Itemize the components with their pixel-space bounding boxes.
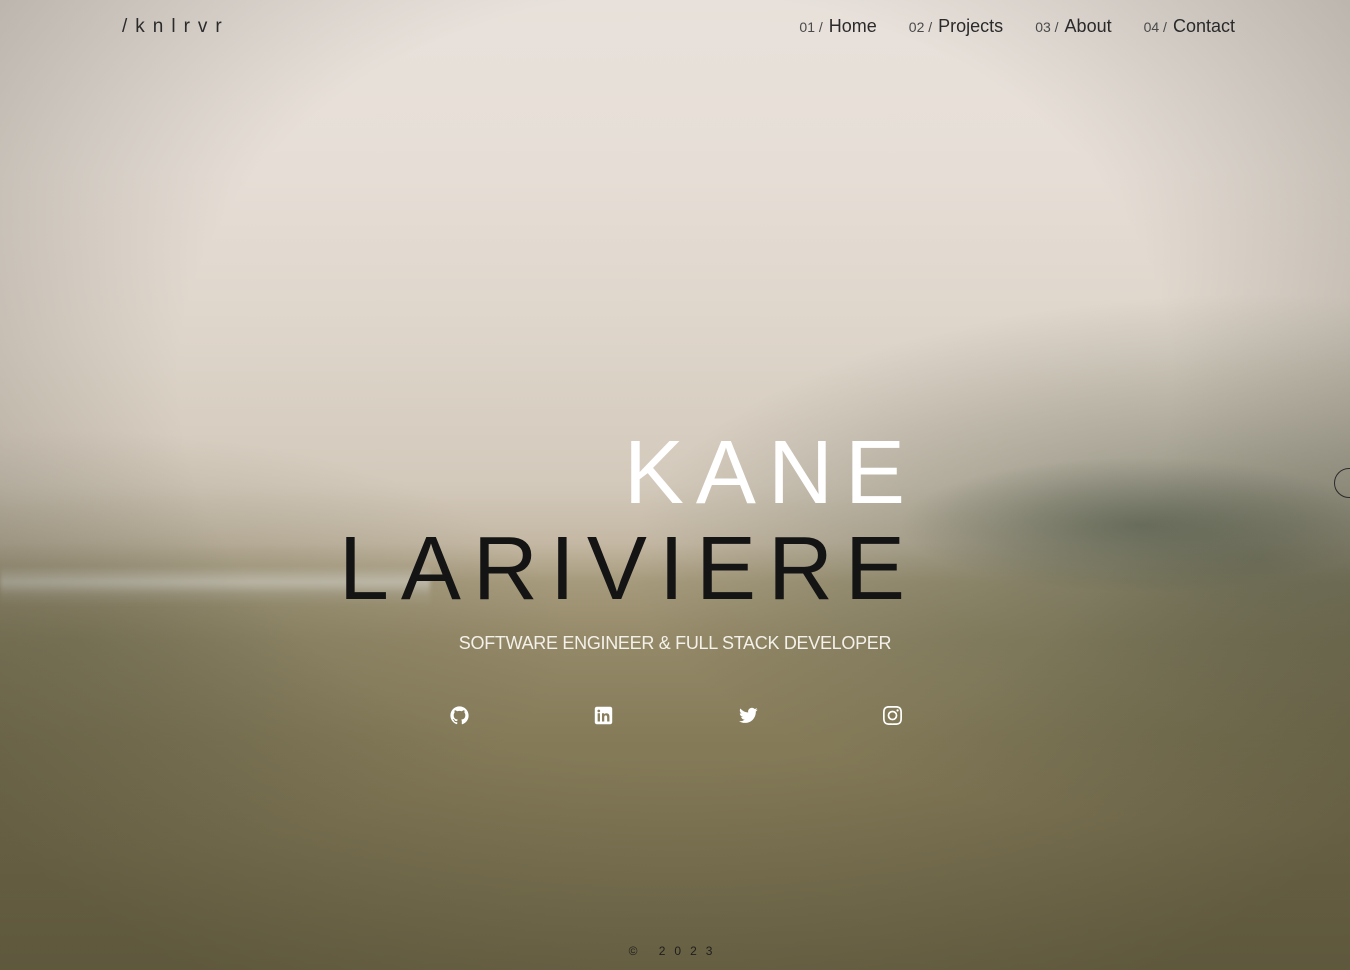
footer-copyright: © 2023 xyxy=(628,944,722,958)
instagram-icon xyxy=(882,705,902,725)
hero-first-name: KANE xyxy=(623,423,917,523)
logo-link[interactable]: /knlrvr xyxy=(122,16,230,38)
page: /knlrvr 01 / Home 02 / Projects 03 / Abo… xyxy=(0,0,1350,970)
main-nav: 01 / Home 02 / Projects 03 / About 04 / … xyxy=(799,16,1235,37)
nav-item-number: 01 / xyxy=(799,19,823,35)
github-link[interactable] xyxy=(448,704,470,726)
hero-last-name: LARIVIERE xyxy=(338,519,917,619)
nav-item-contact[interactable]: 04 / Contact xyxy=(1144,16,1235,37)
instagram-link[interactable] xyxy=(881,704,903,726)
linkedin-icon xyxy=(594,706,612,724)
nav-item-number: 04 / xyxy=(1143,19,1167,35)
nav-item-home[interactable]: 01 / Home xyxy=(799,16,876,37)
background-hill xyxy=(880,455,1350,605)
hero-tagline: SOFTWARE ENGINEER & FULL STACK DEVELOPER xyxy=(458,633,892,653)
twitter-link[interactable] xyxy=(737,704,759,726)
nav-item-about[interactable]: 03 / About xyxy=(1035,16,1111,37)
nav-item-number: 02 / xyxy=(908,19,933,35)
twitter-icon xyxy=(738,707,758,723)
nav-item-projects[interactable]: 02 / Projects xyxy=(909,16,1003,37)
nav-item-label: Home xyxy=(828,16,877,36)
linkedin-link[interactable] xyxy=(592,704,614,726)
github-icon xyxy=(449,705,469,724)
nav-item-label: Contact xyxy=(1172,16,1235,36)
nav-item-label: Projects xyxy=(938,16,1004,36)
nav-item-label: About xyxy=(1064,16,1112,36)
nav-item-number: 03 / xyxy=(1035,19,1059,35)
